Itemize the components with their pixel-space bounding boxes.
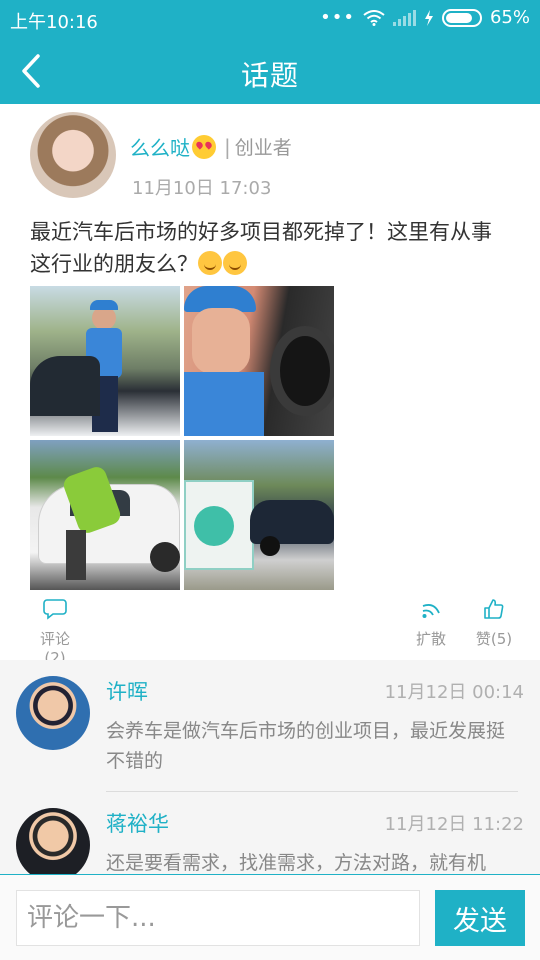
commenter-avatar[interactable] [16,808,90,874]
topic-post: 么么哒 | 创业者 11月10日 17:03 最近汽车后市场的好多项目都死掉了！… [0,104,540,667]
app-header: 话题 [0,38,540,104]
photo-car-wash-4[interactable] [184,440,334,590]
charging-icon [424,9,433,26]
status-time: 上午10:16 [10,12,98,33]
heart-eyes-emoji-icon [192,134,216,159]
broadcast-icon [422,604,440,618]
battery-percent: 65% [489,7,530,28]
photo-car-wash-3[interactable] [30,440,180,590]
comment-input[interactable] [16,890,420,946]
battery-icon [441,8,482,27]
like-action[interactable]: 赞(5) [474,598,514,649]
status-icons: ••• 65% [320,7,530,28]
speech-bubble-icon [43,599,67,620]
comment-time: 11月12日 00:14 [384,682,524,703]
spread-label: 扩散 [415,630,446,648]
comment-list: 许晖 11月12日 00:14 会养车是做汽车后市场的创业项目，最近发展挺不错的… [0,660,540,874]
comment-item: 许晖 11月12日 00:14 会养车是做汽车后市场的创业项目，最近发展挺不错的 [0,660,540,792]
thumbs-up-icon [484,599,504,619]
post-text-content: 最近汽车后市场的好多项目都死掉了！这里有从事这行业的朋友么？ [30,220,492,276]
photo-car-wash-2[interactable] [184,286,334,436]
send-button[interactable]: 发送 [435,890,525,946]
cell-signal-icon [392,9,416,26]
post-text: 最近汽车后市场的好多项目都死掉了！这里有从事这行业的朋友么？ [30,216,510,280]
status-bar: 上午10:16 ••• 65% [0,0,540,38]
comment-text: 还是要看需求，找准需求，方法对路，就有机 [106,852,487,874]
comment-text: 会养车是做汽车后市场的创业项目，最近发展挺不错的 [106,720,506,772]
comment-input-bar: 发送 [0,874,540,960]
page-title: 话题 [240,59,299,92]
photo-car-wash-1[interactable] [30,286,180,436]
author-name[interactable]: 么么哒 [130,132,190,161]
author-line: 么么哒 | 创业者 [130,132,292,161]
comment-action[interactable]: 评论(2) [30,598,80,667]
author-divider: | [224,134,231,159]
post-time: 11月10日 17:03 [132,178,272,199]
author-avatar[interactable] [30,112,116,198]
smile-emoji-icon [223,251,247,275]
author-role: 创业者 [234,137,292,159]
commenter-name[interactable]: 蒋裕华 [106,808,169,838]
smile-emoji-icon [198,251,222,275]
comment-item: 蒋裕华 11月12日 11:22 还是要看需求，找准需求，方法对路，就有机 [0,792,540,874]
spread-action[interactable]: 扩散 [414,598,448,649]
like-count-label: 赞(5) [475,630,513,648]
wifi-icon [363,9,385,26]
comment-time: 11月12日 11:22 [384,814,524,835]
more-dots-icon: ••• [320,7,355,28]
commenter-name[interactable]: 许晖 [106,676,148,706]
commenter-avatar[interactable] [16,676,90,750]
photo-grid [30,286,334,590]
